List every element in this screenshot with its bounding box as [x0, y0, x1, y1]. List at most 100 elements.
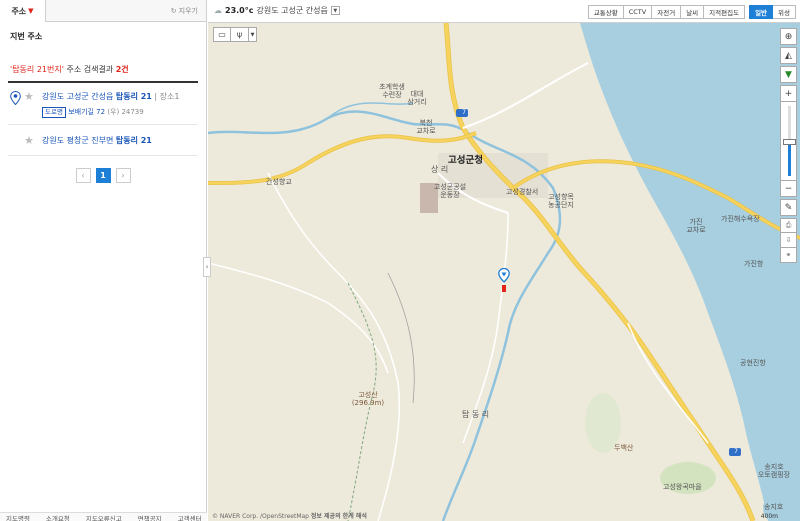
- result-address[interactable]: 강원도 평창군 진부면 탑동리 21: [42, 135, 188, 146]
- mountain-label: 고성산 (296.9m): [351, 391, 385, 407]
- map-canvas[interactable]: 7 7 초계학생 수련장 대대 삼거리 북천 교차로 고성군청 상 리 고성경찰서 고…: [208, 23, 800, 521]
- map-toolbar: ▭ ψ ▼: [213, 27, 257, 42]
- place-label: 탑 동 리: [462, 410, 490, 419]
- place-label: 간성향교: [266, 178, 292, 186]
- result-address[interactable]: 강원도 고성군 간성읍 탑동리 21 | 장소1: [42, 91, 188, 102]
- chevron-down-icon[interactable]: ▼: [249, 27, 257, 42]
- caret-down-icon: ▼: [28, 7, 34, 15]
- place-count: 1: [174, 92, 180, 101]
- attribution: © NAVER Corp. /OpenStreetMap 정보 제공의 한계 해…: [212, 511, 367, 520]
- separator: |: [151, 92, 160, 101]
- map-type-normal[interactable]: 일반: [749, 5, 774, 19]
- road-address[interactable]: 보배기길 72: [68, 108, 105, 116]
- address-highlight: 탑동리 21: [115, 92, 152, 101]
- cloud-icon: ☁: [214, 6, 222, 15]
- highway: [208, 131, 477, 185]
- location-pin-icon[interactable]: [498, 268, 510, 294]
- place-label: 대대 삼거리: [407, 90, 427, 106]
- road: [462, 62, 589, 129]
- map-type-satellite[interactable]: 위성: [773, 5, 796, 19]
- footer-link[interactable]: 지도오류신고: [86, 513, 122, 521]
- prev-page-button[interactable]: ‹: [75, 168, 91, 183]
- place-label: 고성경찰서: [506, 188, 539, 196]
- zoom-in-button[interactable]: +: [780, 85, 797, 102]
- address-prefix: 강원도 평창군 진부면: [42, 136, 116, 145]
- tab-address-label: 주소: [11, 6, 27, 16]
- left-panel: 주소 ▼ ↻ 지우기 지번 주소 '탑동리 21번지' 주소 검색결과 2건 ★…: [0, 0, 207, 521]
- search-summary: '탑동리 21번지' 주소 검색결과 2건: [0, 64, 206, 75]
- attribution-text: © NAVER Corp. /OpenStreetMap: [212, 513, 309, 520]
- footer-links: 지도명령 소개요청 지도오류신고 면책공지 고객센터: [0, 512, 207, 521]
- place-label: 가진해수욕장: [721, 215, 760, 223]
- place-label: 북천 교차로: [416, 119, 436, 135]
- next-page-button[interactable]: ›: [115, 168, 131, 183]
- print-icon[interactable]: ⎙: [780, 218, 797, 233]
- zoom-handle[interactable]: [783, 139, 796, 145]
- place-label: 공현진항: [740, 359, 766, 367]
- chevron-down-icon[interactable]: ▼: [330, 6, 340, 15]
- route-number: 7: [462, 109, 466, 116]
- result-count: 2건: [115, 65, 129, 74]
- crosshair-icon[interactable]: ⊕: [780, 28, 797, 45]
- weather-widget[interactable]: ☁ 23.0°c 강원도 고성군 간성읍 ▼: [214, 5, 340, 16]
- weather-temp: 23.0°c: [225, 6, 254, 15]
- section-title: 지번 주소: [10, 32, 43, 41]
- footer-link[interactable]: 소개요청: [46, 513, 70, 521]
- restaurant-icon[interactable]: ψ: [231, 27, 249, 42]
- pagination: ‹ 1 ›: [0, 168, 206, 183]
- weather-location: 강원도 고성군 간성읍: [256, 6, 328, 15]
- place-label: 장소: [159, 92, 175, 101]
- layer-traffic[interactable]: 교통상황: [587, 5, 624, 19]
- clear-button[interactable]: ↻ 지우기: [171, 6, 198, 16]
- list-item[interactable]: ★ 강원도 평창군 진부면 탑동리 21: [8, 125, 198, 156]
- road: [267, 172, 401, 521]
- footer-link[interactable]: 고객센터: [178, 513, 202, 521]
- layer-buttons: 교통상황 CCTV 자전거 날씨 지적편집도 일반 위성: [587, 5, 796, 19]
- star-icon[interactable]: ★: [24, 91, 34, 102]
- ruler-icon[interactable]: ✎: [780, 199, 797, 216]
- page-1-button[interactable]: 1: [95, 168, 111, 183]
- clear-label: 지우기: [178, 7, 198, 15]
- footer-link[interactable]: 면책공지: [138, 513, 162, 521]
- tab-address[interactable]: 주소 ▼: [0, 0, 46, 22]
- layer-weather[interactable]: 날씨: [681, 5, 705, 19]
- place-label: 가진항: [744, 260, 764, 268]
- list-item[interactable]: ★ 강원도 고성군 간성읍 탑동리 21 | 장소1 도로명 보배기길 72 (…: [8, 83, 198, 125]
- address-highlight: 탑동리 21: [115, 136, 152, 145]
- place-label: 송지호 오토캠핑장: [757, 463, 791, 479]
- footer-link[interactable]: 지도명령: [6, 513, 30, 521]
- place-label: 고성향목 농공단지: [548, 193, 574, 209]
- layer-cctv[interactable]: CCTV: [623, 5, 653, 19]
- search-query: '탑동리 21번지': [10, 65, 64, 74]
- map-controls: ⊕ ◭ ▼ + − ✎ ⎙ ⇩ ⚭: [780, 28, 797, 263]
- map-pin-icon: [10, 91, 21, 105]
- bus-icon[interactable]: ▭: [213, 27, 231, 42]
- layer-cadastral[interactable]: 지적편집도: [704, 5, 746, 19]
- zip-code: (우) 24739: [105, 108, 144, 116]
- route-number: 7: [734, 448, 738, 455]
- place-label: 가진 교차로: [686, 218, 706, 234]
- star-icon[interactable]: ★: [24, 135, 34, 146]
- zoom-slider[interactable]: [780, 102, 797, 180]
- place-label: 고성군공설 운동장: [433, 183, 467, 199]
- summary-text: 주소 검색결과: [63, 65, 116, 74]
- address-prefix: 강원도 고성군 간성읍: [42, 92, 116, 101]
- road-name-badge: 도로명: [42, 107, 66, 118]
- scale-bar: 400m: [760, 513, 778, 520]
- county-office-label: 고성군청: [448, 155, 483, 166]
- tab-bar: 주소 ▼ ↻ 지우기: [0, 0, 206, 22]
- mountain-label: 두백산: [614, 444, 634, 452]
- map-top-bar: ☁ 23.0°c 강원도 고성군 간성읍 ▼ 교통상황 CCTV 자전거 날씨 …: [208, 0, 800, 23]
- notice-link[interactable]: 정보 제공의 한계 해석: [311, 513, 367, 520]
- collapse-panel-button[interactable]: ‹: [203, 257, 211, 277]
- zoom-level-fill: [788, 142, 791, 176]
- trail: [387, 272, 415, 404]
- place-label: 고성왕곡마을: [663, 483, 702, 491]
- navigation-icon[interactable]: ▼: [780, 66, 797, 83]
- road-address-line: 도로명 보배기길 72 (우) 24739: [42, 107, 188, 118]
- zoom-out-button[interactable]: −: [780, 180, 797, 197]
- layer-bicycle[interactable]: 자전거: [652, 5, 682, 19]
- compass-icon[interactable]: ◭: [780, 47, 797, 64]
- link-icon[interactable]: ⚭: [780, 248, 797, 263]
- save-icon[interactable]: ⇩: [780, 233, 797, 248]
